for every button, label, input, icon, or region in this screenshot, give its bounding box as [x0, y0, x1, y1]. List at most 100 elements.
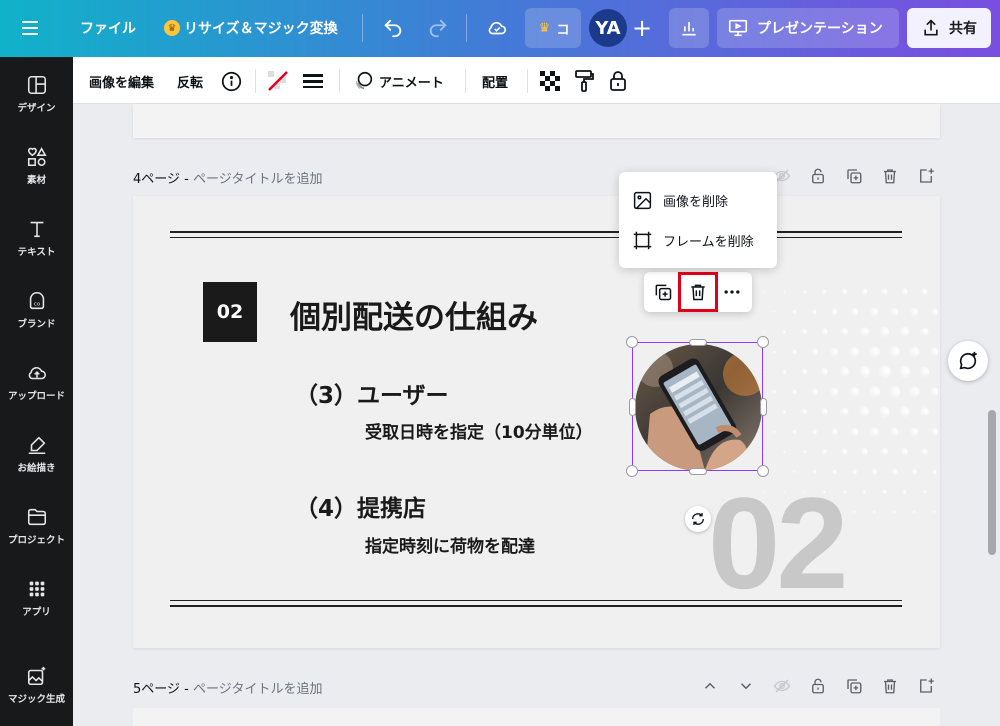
border-style-icon[interactable] [303, 69, 325, 93]
section-4-text[interactable]: 指定時刻に荷物を配達 [365, 532, 535, 557]
resize-button[interactable]: ♛ リサイズ＆マジック変換 [164, 18, 338, 38]
hide-page-icon[interactable] [773, 677, 791, 695]
lock-icon[interactable] [609, 69, 631, 93]
add-comment-button[interactable] [948, 341, 988, 381]
layout-icon [27, 75, 46, 95]
image-icon [633, 191, 652, 209]
resize-handle-top[interactable] [689, 339, 707, 346]
divider [527, 69, 528, 93]
crown-icon: ♛ [164, 20, 180, 36]
menu-item-label: 画像を削除 [663, 194, 729, 210]
top-bar: ファイル ♛ リサイズ＆マジック変換 ♛ コ YA + プレゼンテーション 共有 [0, 0, 1000, 57]
remove-frame-menu-item[interactable]: フレームを削除 [619, 220, 777, 260]
context-toolbar: 画像を編集 反転 アニメート 配置 [73, 57, 1000, 104]
resize-handle-top-left[interactable] [626, 336, 638, 348]
section-4-heading[interactable]: （4）提携店 [295, 489, 426, 523]
page-4-actions [773, 167, 935, 185]
smartphone-photo[interactable] [635, 344, 762, 471]
page-4-label: 4ページ - ページタイトルを追加 [133, 168, 322, 187]
slide-title[interactable]: 個別配送の仕組み [290, 292, 538, 337]
cloud-saved-icon[interactable] [483, 16, 511, 40]
section-3-heading[interactable]: （3）ユーザー [295, 376, 449, 410]
add-page-icon[interactable] [917, 677, 935, 695]
sidebar-item-design[interactable]: デザイン [0, 74, 73, 134]
next-page-slide[interactable] [133, 708, 940, 726]
border-color-icon[interactable] [267, 69, 291, 93]
remove-image-menu-item[interactable]: 画像を削除 [619, 180, 777, 220]
sidebar-item-label: アプリ [22, 607, 51, 618]
sidebar-item-label: マジック生成 [7, 694, 65, 705]
transparency-icon[interactable] [540, 69, 562, 93]
section-3-text[interactable]: 受取日時を指定（10分単位） [365, 418, 593, 443]
file-menu[interactable]: ファイル [80, 18, 136, 38]
insights-button[interactable] [669, 8, 709, 48]
crown-icon: ♛ [538, 20, 551, 36]
previous-page-slide[interactable] [133, 104, 940, 138]
section-number-box[interactable]: 02 [203, 282, 257, 342]
delete-page-icon[interactable] [881, 167, 899, 185]
share-icon [924, 19, 938, 36]
present-icon [728, 19, 748, 37]
present-button[interactable]: プレゼンテーション [717, 8, 899, 48]
duplicate-page-icon[interactable] [845, 167, 863, 185]
divider-line [170, 600, 902, 601]
add-collaborator-icon[interactable]: + [630, 14, 654, 42]
divider-line [170, 605, 902, 607]
sidebar-item-projects[interactable]: プロジェクト [0, 506, 73, 566]
sidebar-item-magic-media[interactable]: マジック生成 [0, 665, 73, 725]
delete-options-menu: 画像を削除 フレームを削除 [619, 172, 777, 268]
duplicate-icon[interactable] [649, 278, 677, 306]
resize-handle-bottom[interactable] [689, 468, 707, 475]
resize-handle-right[interactable] [760, 398, 767, 416]
magic-image-icon [27, 666, 45, 686]
frame-icon [633, 231, 652, 249]
delete-page-icon[interactable] [881, 677, 899, 695]
sidebar-item-uploads[interactable]: アップロード [0, 362, 73, 422]
vertical-scrollbar[interactable] [988, 410, 996, 555]
lock-page-icon[interactable] [809, 677, 827, 695]
lock-page-icon[interactable] [809, 167, 827, 185]
rotate-icon [692, 513, 704, 525]
add-page-icon[interactable] [917, 167, 935, 185]
slide-page-4[interactable]: 02 02 個別配送の仕組み （3）ユーザー 受取日時を指定（10分単位） （4… [133, 196, 940, 648]
animate-button[interactable]: アニメート [353, 69, 444, 93]
page-title-input[interactable]: ページタイトルを追加 [193, 172, 322, 187]
resize-handle-bottom-left[interactable] [626, 465, 638, 477]
more-options-icon[interactable] [718, 278, 746, 306]
sidebar-item-label: アップロード [7, 391, 65, 402]
avatar[interactable]: YA [589, 9, 627, 47]
pro-button[interactable]: ♛ コ [525, 8, 581, 48]
sidebar-item-apps[interactable]: アプリ [0, 578, 73, 638]
page-number: 4ページ - [133, 172, 193, 187]
divider [466, 14, 467, 42]
rotate-handle[interactable] [685, 506, 711, 532]
sidebar-item-text[interactable]: テキスト [0, 218, 73, 278]
folder-icon [27, 508, 46, 526]
resize-handle-left[interactable] [629, 398, 636, 416]
animate-icon [355, 71, 373, 90]
move-down-icon[interactable] [737, 677, 755, 695]
trash-button-highlight [678, 272, 718, 312]
flip-button[interactable]: 反転 [177, 69, 203, 93]
sidebar-item-label: ブランド [17, 319, 56, 330]
sidebar-item-label: プロジェクト [7, 535, 65, 546]
redo-icon[interactable] [425, 16, 451, 40]
resize-handle-bottom-right[interactable] [757, 465, 769, 477]
share-button[interactable]: 共有 [907, 8, 991, 48]
resize-handle-top-right[interactable] [757, 336, 769, 348]
page-title-input[interactable]: ページタイトルを追加 [193, 682, 322, 697]
move-up-icon[interactable] [701, 677, 719, 695]
edit-image-button[interactable]: 画像を編集 [89, 69, 154, 93]
undo-icon[interactable] [380, 16, 406, 40]
menu-icon[interactable] [20, 18, 40, 38]
sidebar-item-elements[interactable]: 素材 [0, 146, 73, 206]
sidebar-item-draw[interactable]: お絵描き [0, 434, 73, 494]
copy-style-icon[interactable] [574, 69, 596, 93]
position-button[interactable]: 配置 [482, 69, 508, 93]
brand-icon: co [29, 291, 44, 310]
selected-photo-frame[interactable] [632, 342, 763, 471]
info-icon[interactable] [220, 69, 242, 93]
divider [255, 69, 256, 93]
sidebar-item-brand[interactable]: co ブランド [0, 290, 73, 350]
duplicate-page-icon[interactable] [845, 677, 863, 695]
